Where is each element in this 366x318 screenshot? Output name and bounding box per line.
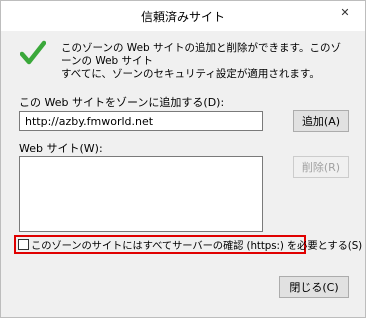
websites-label: Web サイト(W): [19, 142, 103, 155]
description-text: このゾーンの Web サイトの追加と削除ができます。このゾーンの Web サイト… [61, 42, 351, 81]
add-site-label: この Web サイトをゾーンに追加する(D): [19, 96, 225, 109]
title-bar: 信頼済みサイト ✕ [1, 1, 365, 31]
window-title: 信頼済みサイト [140, 10, 225, 24]
dialog-content: このゾーンの Web サイトの追加と削除ができます。このゾーンの Web サイト… [1, 31, 365, 317]
checkmark-icon [20, 40, 46, 65]
https-checkbox[interactable] [18, 239, 29, 250]
https-checkbox-row[interactable]: このゾーンのサイトにはすべてサーバーの確認 (https:) を必要とする(S) [14, 235, 362, 254]
close-button[interactable]: 閉じる(C) [279, 276, 349, 298]
trusted-sites-dialog: 信頼済みサイト ✕ このゾーンの Web サイトの追加と削除ができます。このゾー… [0, 0, 366, 318]
remove-button[interactable]: 削除(R) [293, 156, 349, 178]
description-line-2: すべてに、ゾーンのセキュリティ設定が適用されます。 [61, 68, 320, 80]
add-button[interactable]: 追加(A) [293, 110, 349, 132]
close-icon: ✕ [340, 5, 350, 19]
close-window-button[interactable]: ✕ [332, 2, 358, 22]
description-line-1: このゾーンの Web サイトの追加と削除ができます。このゾーンの Web サイト [61, 42, 341, 67]
https-checkbox-label: このゾーンのサイトにはすべてサーバーの確認 (https:) を必要とする(S) [31, 240, 363, 252]
site-url-input[interactable] [19, 111, 263, 131]
websites-list[interactable] [19, 156, 263, 232]
